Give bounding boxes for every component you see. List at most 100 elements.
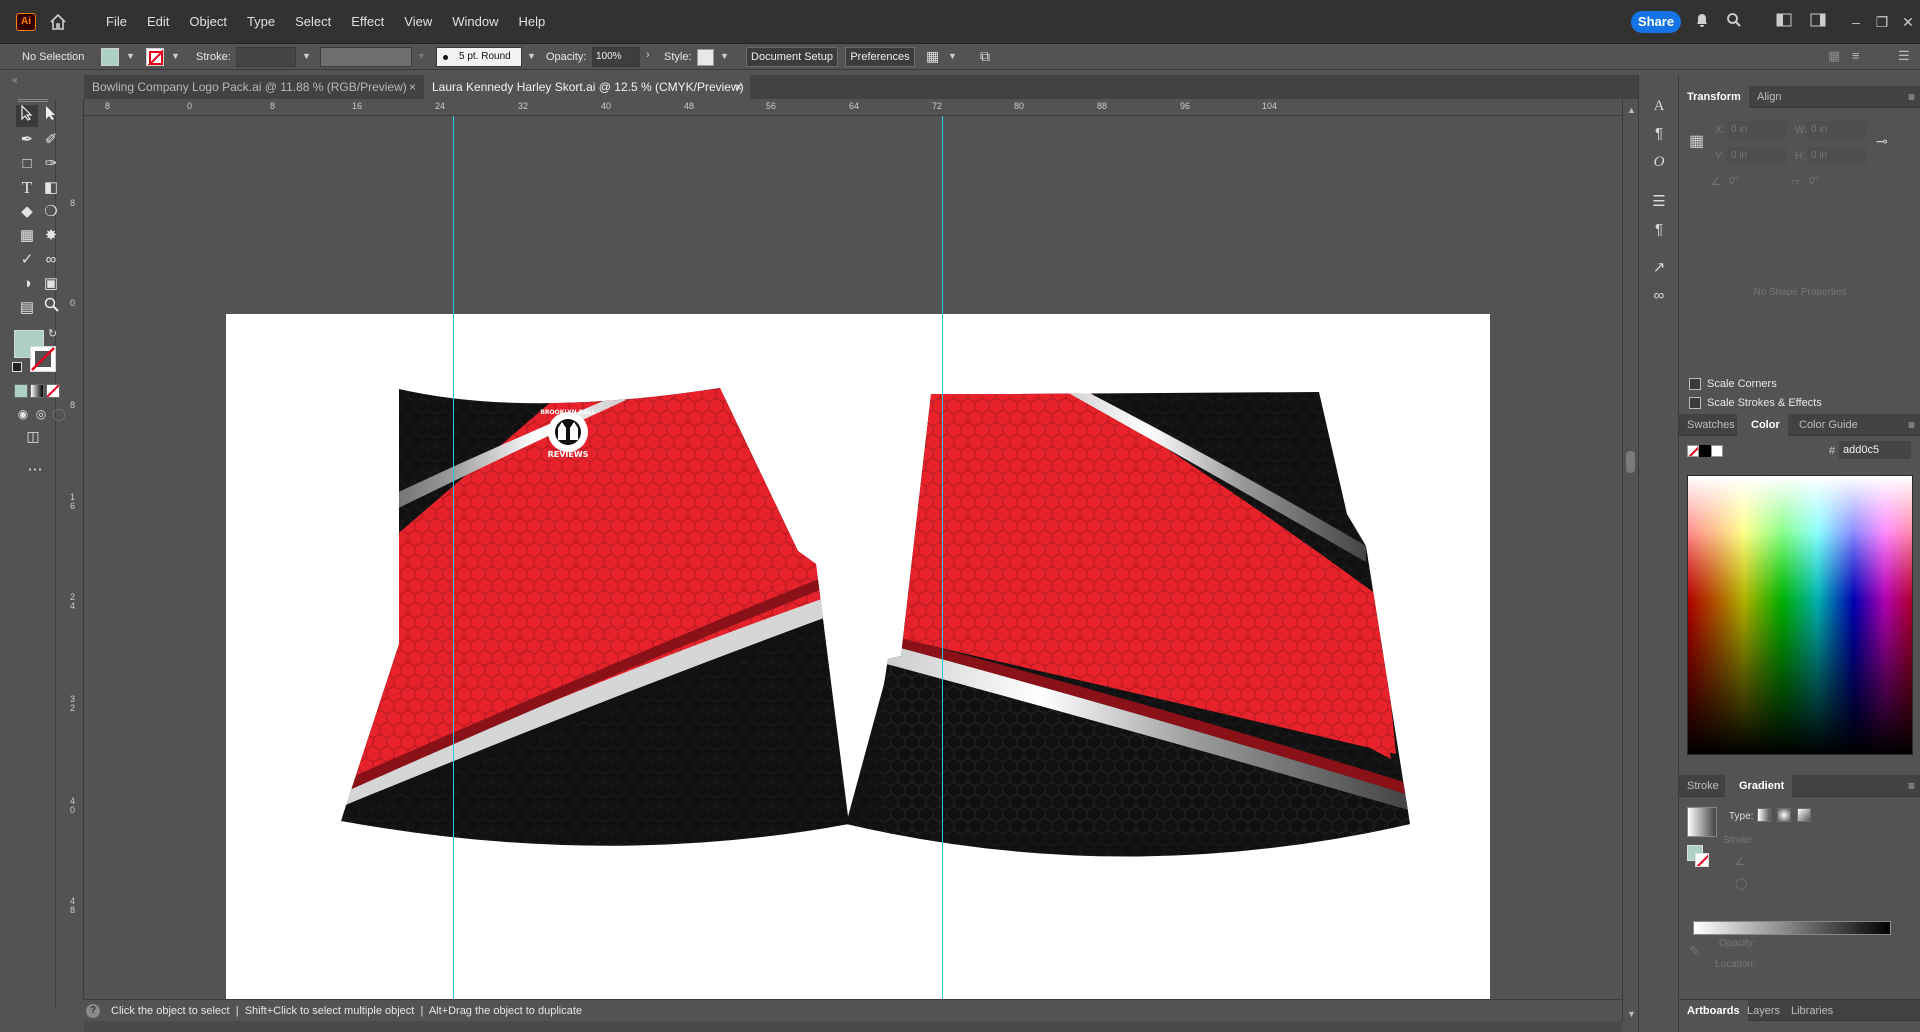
- shape-builder-tool-icon[interactable]: ◑: [16, 273, 38, 295]
- collapse-toolbar-icon[interactable]: «: [12, 75, 18, 86]
- menu-file[interactable]: File: [96, 0, 137, 44]
- zoom-tool-icon[interactable]: [40, 297, 62, 319]
- glyphs-panel-icon[interactable]: ☰: [1648, 191, 1670, 213]
- constrain-proportions-icon[interactable]: ⊸: [1876, 133, 1888, 150]
- workspace-icon[interactable]: [1808, 12, 1828, 32]
- tab-bowling-company-logo-pack[interactable]: Bowling Company Logo Pack.ai @ 11.88 % (…: [84, 75, 424, 99]
- stroke-color-box[interactable]: [30, 346, 56, 372]
- brush-dropdown-icon[interactable]: ▼: [527, 51, 536, 61]
- tab-libraries[interactable]: Libraries: [1783, 1000, 1841, 1022]
- brush-definition[interactable]: 5 pt. Round: [436, 47, 522, 67]
- reflect-tool-icon[interactable]: ◧: [40, 177, 62, 199]
- gradient-slider[interactable]: [1693, 921, 1891, 935]
- close-tab-icon[interactable]: ×: [735, 75, 742, 99]
- vertical-scrollbar[interactable]: ▲ ▼: [1622, 99, 1638, 1022]
- restore-icon[interactable]: ❐: [1872, 12, 1892, 32]
- export-panel-icon[interactable]: ↗: [1648, 257, 1670, 279]
- tab-color-guide[interactable]: Color Guide: [1791, 414, 1866, 436]
- vertical-guide[interactable]: [453, 116, 454, 999]
- selection-tool-icon[interactable]: [16, 104, 38, 127]
- canvas[interactable]: BROOKLYN BALL REVIEWS: [84, 116, 1622, 999]
- tab-stroke[interactable]: Stroke: [1679, 775, 1727, 797]
- scale-corners-checkbox[interactable]: [1689, 378, 1701, 390]
- panel-menu-icon[interactable]: ≡: [1908, 779, 1915, 793]
- opacity-arrow-icon[interactable]: ›: [646, 49, 650, 61]
- style-dropdown-icon[interactable]: ▼: [720, 51, 729, 61]
- tab-laura-kennedy-harley-skort[interactable]: Laura Kennedy Harley Skort.ai @ 12.5 % (…: [424, 75, 750, 99]
- close-tab-icon[interactable]: ×: [409, 75, 416, 99]
- horizontal-scrollbar[interactable]: [84, 1021, 1622, 1032]
- menu-help[interactable]: Help: [508, 0, 555, 44]
- gradient-mode-icon[interactable]: [30, 384, 44, 398]
- fill-dropdown-icon[interactable]: ▼: [126, 51, 135, 61]
- graphic-style-swatch[interactable]: [697, 49, 714, 66]
- menu-effect[interactable]: Effect: [341, 0, 394, 44]
- swap-fill-stroke-icon[interactable]: ↻: [48, 327, 57, 340]
- vertical-guide[interactable]: [942, 116, 943, 999]
- menu-window[interactable]: Window: [442, 0, 508, 44]
- skort-artwork[interactable]: BROOKLYN BALL REVIEWS: [226, 314, 1490, 999]
- w-field[interactable]: 0 in: [1807, 121, 1867, 139]
- tab-artboards[interactable]: Artboards: [1679, 1000, 1748, 1022]
- minimize-icon[interactable]: –: [1846, 12, 1866, 32]
- links-panel-icon[interactable]: ∞: [1648, 285, 1670, 307]
- y-field[interactable]: 0 in: [1727, 147, 1787, 165]
- artboard[interactable]: BROOKLYN BALL REVIEWS: [226, 314, 1490, 999]
- character-styles-icon[interactable]: ¶: [1648, 219, 1670, 241]
- help-icon[interactable]: ?: [86, 1004, 100, 1018]
- isolate-icon[interactable]: ⧉: [980, 48, 998, 66]
- scroll-thumb[interactable]: [1626, 451, 1635, 473]
- share-button[interactable]: Share: [1631, 11, 1681, 33]
- bell-icon[interactable]: [1692, 12, 1712, 32]
- x-field[interactable]: 0 in: [1727, 121, 1787, 139]
- home-icon[interactable]: [48, 12, 68, 32]
- color-mode-icon[interactable]: [14, 384, 28, 398]
- menu-object[interactable]: Object: [179, 0, 237, 44]
- reference-point-icon[interactable]: ▦: [1689, 131, 1709, 151]
- arrange-dropdown-icon[interactable]: ▼: [948, 51, 957, 61]
- graph-tool-icon[interactable]: ▤: [16, 297, 38, 319]
- lasso-tool-icon[interactable]: ❍: [40, 201, 62, 223]
- paragraph-panel-icon[interactable]: ¶: [1648, 123, 1670, 145]
- edit-toolbar-icon[interactable]: ⋯: [24, 459, 46, 481]
- scroll-down-icon[interactable]: ▼: [1627, 1009, 1636, 1019]
- arrange-documents-icon[interactable]: [1774, 12, 1794, 32]
- variable-width-profile[interactable]: [320, 47, 412, 67]
- tab-layers[interactable]: Layers: [1739, 1000, 1788, 1022]
- panel-menu-icon[interactable]: ≡: [1908, 418, 1915, 432]
- tab-gradient[interactable]: Gradient: [1725, 775, 1793, 797]
- panel-menu-icon[interactable]: ≡: [1908, 90, 1915, 104]
- paintbrush-tool-icon[interactable]: ✑: [40, 153, 62, 175]
- free-transform-tool-icon[interactable]: ▦: [16, 225, 38, 247]
- control-bar-more-icon[interactable]: ☰: [1898, 48, 1910, 64]
- eraser-tool-icon[interactable]: ◆: [16, 201, 38, 223]
- menu-type[interactable]: Type: [237, 0, 285, 44]
- gradient-stroke-swatch[interactable]: [1695, 853, 1709, 867]
- stroke-weight-field[interactable]: [236, 47, 296, 67]
- h-field[interactable]: 0 in: [1807, 147, 1867, 165]
- none-mode-icon[interactable]: [46, 384, 60, 398]
- direct-selection-tool-icon[interactable]: [40, 105, 62, 127]
- freeform-gradient-icon[interactable]: [1797, 808, 1811, 822]
- tab-swatches[interactable]: Swatches: [1679, 414, 1743, 436]
- artboard-tool-icon[interactable]: ▣: [40, 273, 62, 295]
- scroll-up-icon[interactable]: ▲: [1627, 105, 1636, 115]
- black-swatch[interactable]: [1699, 445, 1711, 457]
- close-window-icon[interactable]: ✕: [1898, 12, 1918, 32]
- default-fill-stroke-icon[interactable]: [12, 362, 22, 372]
- stroke-color-swatch[interactable]: [146, 48, 164, 66]
- character-panel-icon[interactable]: A: [1648, 95, 1670, 117]
- color-spectrum[interactable]: [1687, 475, 1913, 755]
- tab-color[interactable]: Color: [1737, 414, 1788, 436]
- linear-gradient-icon[interactable]: [1757, 808, 1771, 822]
- stroke-dropdown-icon[interactable]: ▼: [171, 51, 180, 61]
- menu-select[interactable]: Select: [285, 0, 341, 44]
- toolbar-grip[interactable]: [18, 99, 48, 102]
- tab-transform[interactable]: Transform: [1679, 86, 1749, 108]
- scale-strokes-checkbox[interactable]: [1689, 397, 1701, 409]
- shear-field[interactable]: 0°: [1805, 173, 1859, 191]
- screen-mode-icon[interactable]: ◫: [22, 425, 44, 447]
- white-swatch[interactable]: [1711, 445, 1723, 457]
- none-swatch[interactable]: [1687, 445, 1699, 457]
- type-tool-icon[interactable]: T: [16, 177, 38, 199]
